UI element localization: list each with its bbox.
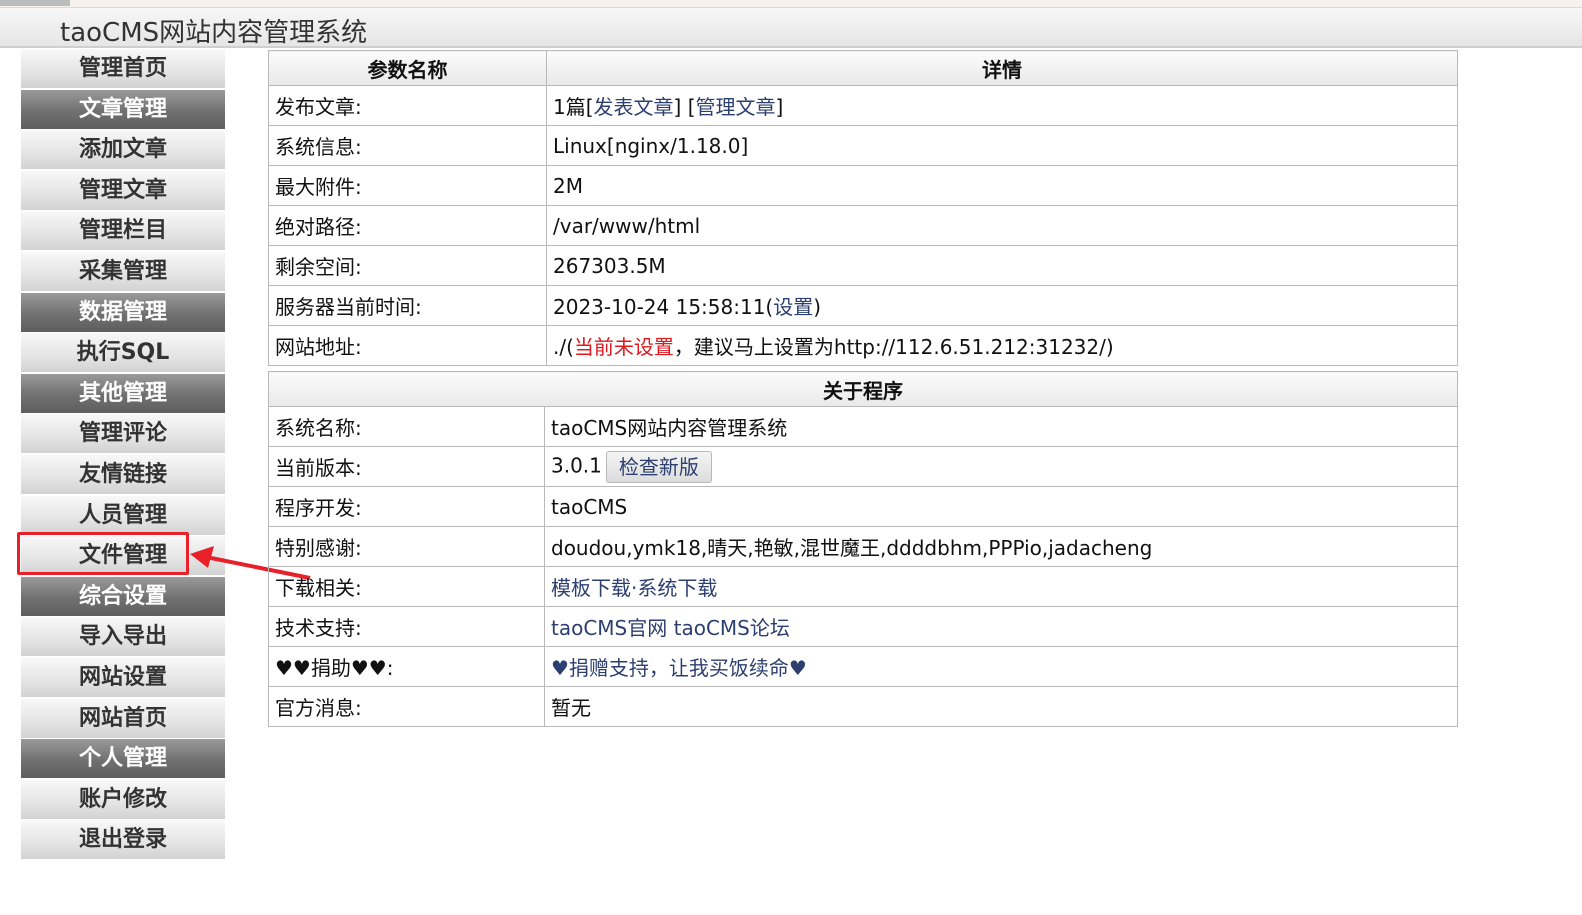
check-update-button[interactable]: 检查新版 [605,450,712,483]
row-value: Linux[nginx/1.18.0] [546,125,1458,166]
row-label: 服务器当前时间: [268,285,547,326]
sidebar-item-3[interactable]: 管理文章 [21,170,225,210]
table-row: 下载相关: 模板下载·系统下载 [268,566,1458,607]
table-row: 发布文章: 1篇[发表文章] [管理文章] [268,85,1458,126]
row-value: doudou,ymk18,晴天,艳敏,混世魔王,ddddbhm,PPPio,ja… [544,526,1458,567]
browser-top-strip [0,0,1582,8]
bracket: [ [687,95,696,119]
row-label: 特别感谢: [268,526,545,567]
table-row: 剩余空间: 267303.5M [268,245,1458,286]
row-value: 2023-10-24 15:58:11(设置) [546,285,1458,326]
sidebar-item-9[interactable]: 管理评论 [21,414,225,454]
sidebar-item-5[interactable]: 采集管理 [21,251,225,291]
table-row: 最大附件: 2M [268,165,1458,206]
row-value: /var/www/html [546,205,1458,246]
table-row: 绝对路径: /var/www/html [268,205,1458,246]
sidebar-section-1: 文章管理 [21,89,225,129]
row-label: ♥♥捐助♥♥: [268,646,545,687]
bracket: [ [585,95,594,119]
column-header-detail: 详情 [546,50,1458,86]
sidebar-item-14[interactable]: 导入导出 [21,617,225,657]
row-value: 模板下载·系统下载 [544,566,1458,607]
sidebar-item-4[interactable]: 管理栏目 [21,211,225,251]
row-value: 暂无 [544,686,1458,727]
sidebar-item-16[interactable]: 网站首页 [21,698,225,738]
sidebar-item-15[interactable]: 网站设置 [21,657,225,697]
row-label: 系统名称: [268,406,545,447]
about-program-table: 关于程序 系统名称: taoCMS网站内容管理系统 当前版本: 3.0.1 检查新… [268,371,1458,727]
row-label: 最大附件: [268,165,547,206]
official-site-link[interactable]: taoCMS官网 [551,616,667,640]
sidebar-section-6: 数据管理 [21,292,225,332]
time-settings-link[interactable]: 设置 [773,295,813,319]
url-suggestion: ，建议马上设置为http://112.6.51.212:31232/) [673,335,1114,359]
sidebar-item-18[interactable]: 账户修改 [21,779,225,819]
row-value: 267303.5M [546,245,1458,286]
bracket: ] [775,95,784,119]
row-label: 发布文章: [268,85,547,126]
version-number: 3.0.1 [551,453,602,477]
sidebar-item-19[interactable]: 退出登录 [21,820,225,860]
column-header-param: 参数名称 [268,50,547,86]
server-time: 2023-10-24 15:58:11( [553,295,774,319]
sidebar-item-7[interactable]: 执行SQL [21,333,225,373]
forum-link[interactable]: taoCMS论坛 [674,616,790,640]
tab-indicator [0,0,70,6]
row-label: 下载相关: [268,566,545,607]
table-row: 技术支持: taoCMS官网 taoCMS论坛 [268,606,1458,647]
sidebar-item-2[interactable]: 添加文章 [21,130,225,170]
table-row: ♥♥捐助♥♥: ♥捐赠支持，让我买饭续命♥ [268,646,1458,687]
sidebar-menu: 管理首页 文章管理 添加文章 管理文章 管理栏目 采集管理 数据管理 执行SQL 其他管理 管理评… [21,49,225,861]
app-title: taoCMS网站内容管理系统 [60,18,368,48]
table-row: 网站地址: ./(当前未设置，建议马上设置为http://112.6.51.21… [268,325,1458,366]
table-row: 系统名称: taoCMS网站内容管理系统 [268,406,1458,447]
manage-article-link[interactable]: 管理文章 [696,95,776,119]
row-label: 程序开发: [268,486,545,527]
row-label: 绝对路径: [268,205,547,246]
table-row: 官方消息: 暂无 [268,686,1458,727]
row-label: 网站地址: [268,325,547,366]
table-row: 系统信息: Linux[nginx/1.18.0] [268,125,1458,166]
row-value: 3.0.1 检查新版 [544,446,1458,487]
table-row: 特别感谢: doudou,ymk18,晴天,艳敏,混世魔王,ddddbhm,PP… [268,526,1458,567]
table-row: 程序开发: taoCMS [268,486,1458,527]
paren-close: ) [813,295,822,319]
sidebar-item-10[interactable]: 友情链接 [21,454,225,494]
app-header: taoCMS网站内容管理系统 [0,8,1582,48]
sidebar-section-8: 其他管理 [21,373,225,413]
url-prefix: ./( [553,335,574,359]
table-row: 当前版本: 3.0.1 检查新版 [268,446,1458,487]
system-download-link[interactable]: 系统下载 [637,576,717,600]
row-label: 系统信息: [268,125,547,166]
article-count: 1篇 [553,95,586,119]
row-value: ♥捐赠支持，让我买饭续命♥ [544,646,1458,687]
not-set-warning-link[interactable]: 当前未设置 [574,335,674,359]
template-download-link[interactable]: 模板下载 [551,576,631,600]
row-value: ./(当前未设置，建议马上设置为http://112.6.51.212:3123… [546,325,1458,366]
row-value: taoCMS网站内容管理系统 [544,406,1458,447]
system-info-table: 参数名称 详情 发布文章: 1篇[发表文章] [管理文章] 系统信息: Linu… [268,50,1458,366]
row-value: 1篇[发表文章] [管理文章] [546,85,1458,126]
donate-link[interactable]: ♥捐赠支持，让我买饭续命♥ [551,656,807,680]
table-row: 服务器当前时间: 2023-10-24 15:58:11(设置) [268,285,1458,326]
sidebar-section-17: 个人管理 [21,739,225,779]
row-label: 官方消息: [268,686,545,727]
publish-article-link[interactable]: 发表文章 [594,95,674,119]
row-value: taoCMS官网 taoCMS论坛 [544,606,1458,647]
row-label: 剩余空间: [268,245,547,286]
annotation-highlight-box [17,532,189,575]
bracket: ] [673,95,682,119]
row-value: taoCMS [544,486,1458,527]
row-label: 当前版本: [268,446,545,487]
row-value: 2M [546,165,1458,206]
row-label: 技术支持: [268,606,545,647]
about-header: 关于程序 [268,371,1458,407]
sidebar-item-11[interactable]: 人员管理 [21,495,225,535]
sidebar-item-0[interactable]: 管理首页 [21,49,225,88]
